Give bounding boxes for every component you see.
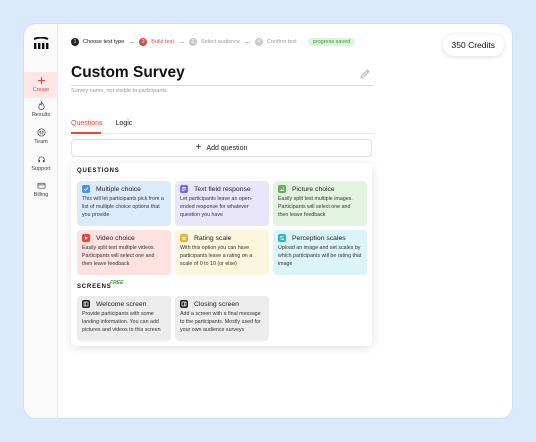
card-perception-scales[interactable]: Perception scales Upload an image and se… <box>273 230 367 275</box>
card-title: Text field response <box>194 185 251 193</box>
credits-badge[interactable]: 350 Credits <box>442 34 504 56</box>
step-label: Select audience <box>200 39 241 45</box>
step-choose-test-type[interactable]: 1 Choose test type <box>71 38 124 46</box>
step-confirm-test[interactable]: 4 Confirm test <box>255 38 297 46</box>
screens-section-label: SCREENS <box>77 284 112 290</box>
headset-icon <box>37 156 45 163</box>
card-title: Picture choice <box>292 185 335 193</box>
step-build-test[interactable]: 2 Build test <box>139 38 174 46</box>
step-number: 2 <box>139 38 148 46</box>
card-text-field-response[interactable]: Text field response Let participants lea… <box>175 181 269 226</box>
sidebar-item-label: Create <box>32 87 50 93</box>
saved-status-badge: progress saved <box>307 38 356 46</box>
free-badge: FREE <box>110 280 124 286</box>
add-question-button[interactable]: + Add question <box>71 139 372 157</box>
star-icon <box>180 234 188 242</box>
card-picture-choice[interactable]: Picture choice Easily split test multipl… <box>273 181 367 226</box>
sidebar-item-label: Team <box>34 139 48 145</box>
active-tab-indicator <box>71 132 101 134</box>
step-divider <box>245 41 251 43</box>
card-rating-scale[interactable]: Rating scale With this option you can ha… <box>175 230 269 275</box>
step-number: 4 <box>255 38 264 46</box>
welcome-screen-icon <box>82 300 90 308</box>
title-underline <box>71 85 374 86</box>
video-icon <box>82 234 90 242</box>
card-description: Easily split test multiple videos. Parti… <box>82 245 156 267</box>
card-description: With this option you can have participan… <box>180 245 253 267</box>
team-icon <box>37 128 45 137</box>
image-icon <box>278 185 286 193</box>
sidebar-item-label: Support <box>31 166 51 172</box>
app-window: Create Results Team Support Billing 1 Ch… <box>24 24 512 418</box>
add-question-label: Add question <box>206 144 248 152</box>
main-content: 1 Choose test type 2 Build test 3 Select… <box>58 24 512 418</box>
step-select-audience[interactable]: 3 Select audience <box>188 38 241 46</box>
checkbox-icon <box>82 185 90 193</box>
sidebar-item-billing[interactable]: Billing <box>24 181 58 198</box>
card-title: Rating scale <box>194 234 232 242</box>
card-description: Provide participants with some landing i… <box>82 311 161 333</box>
step-number: 3 <box>188 38 197 46</box>
app-logo <box>33 37 49 49</box>
card-title: Welcome screen <box>96 300 147 308</box>
step-label: Choose test type <box>83 39 125 45</box>
card-video-choice[interactable]: Video choice Easily split test multiple … <box>77 230 171 275</box>
plus-icon <box>37 76 45 85</box>
question-type-menu: QUESTIONS Multiple choice This will let … <box>71 163 372 346</box>
step-divider <box>129 41 135 43</box>
editor-tabs: Questions Logic <box>71 120 145 130</box>
card-title: Video choice <box>96 234 135 242</box>
card-title: Perception scales <box>292 234 346 242</box>
card-title: Multiple choice <box>96 185 141 193</box>
step-label: Build test <box>151 39 174 45</box>
sidebar-item-create[interactable]: Create <box>24 72 58 98</box>
sidebar-item-label: Results <box>31 112 51 118</box>
tab-logic[interactable]: Logic <box>116 120 133 130</box>
card-description: Easily split test multiple images. Parti… <box>278 196 353 218</box>
card-description: Upload an image and set scales by which … <box>278 245 362 267</box>
tabs-divider <box>71 133 374 134</box>
flame-icon <box>37 101 45 110</box>
questions-section-label: QUESTIONS <box>77 168 120 174</box>
card-welcome-screen[interactable]: Welcome screen Provide participants with… <box>77 296 171 341</box>
credit-card-icon <box>37 182 45 189</box>
card-title: Closing screen <box>194 300 239 308</box>
card-description: This will let participants pick from a l… <box>82 196 164 218</box>
sliders-icon <box>278 234 286 242</box>
card-description: Add a screen with a final message to the… <box>180 311 261 333</box>
tab-questions[interactable]: Questions <box>71 120 103 130</box>
card-description: Let participants leave an open-ended res… <box>180 196 253 218</box>
card-multiple-choice[interactable]: Multiple choice This will let participan… <box>77 181 171 226</box>
sidebar-item-results[interactable]: Results <box>24 101 58 118</box>
plus-icon: + <box>195 142 202 153</box>
text-lines-icon <box>180 185 188 193</box>
sidebar-item-support[interactable]: Support <box>24 155 58 172</box>
card-closing-screen[interactable]: Closing screen Add a screen with a final… <box>175 296 269 341</box>
closing-screen-icon <box>180 300 188 308</box>
step-number: 1 <box>71 38 79 46</box>
step-divider <box>178 41 184 43</box>
survey-title-hint: Survey name, not visible to participants <box>71 88 167 94</box>
pencil-icon[interactable] <box>359 68 371 80</box>
sidebar-item-label: Billing <box>33 192 49 198</box>
progress-stepper: 1 Choose test type 2 Build test 3 Select… <box>71 38 356 46</box>
sidebar: Create Results Team Support Billing <box>24 24 58 418</box>
survey-title-input[interactable]: Custom Survey <box>71 64 185 82</box>
step-label: Confirm test <box>267 39 297 45</box>
sidebar-item-team[interactable]: Team <box>24 128 58 145</box>
